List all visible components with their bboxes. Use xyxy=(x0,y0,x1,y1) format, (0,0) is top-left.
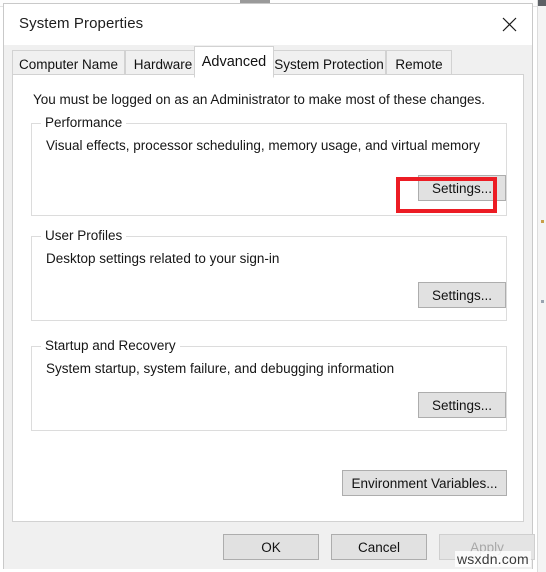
tab-strip: Computer Name Hardware Advanced System P… xyxy=(4,45,532,78)
tab-computer-name-label: Computer Name xyxy=(18,56,119,72)
startup-recovery-settings-label: Settings... xyxy=(431,397,493,413)
user-profiles-settings-button[interactable]: Settings... xyxy=(418,282,506,308)
tab-advanced-label: Advanced xyxy=(201,54,267,70)
environment-variables-label: Environment Variables... xyxy=(351,475,498,491)
window-title: System Properties xyxy=(19,15,144,32)
administrator-notice: You must be logged on as an Administrato… xyxy=(33,92,486,107)
site-watermark: wsxdn.com xyxy=(455,551,531,567)
ok-label: OK xyxy=(261,539,281,555)
title-bar: System Properties xyxy=(4,4,532,45)
screen-root: System Properties Computer Name Hardware… xyxy=(0,0,546,572)
tab-computer-name[interactable]: Computer Name xyxy=(12,50,125,77)
startup-recovery-description: System startup, system failure, and debu… xyxy=(46,361,395,376)
user-profiles-description: Desktop settings related to your sign-in xyxy=(46,251,280,266)
performance-description: Visual effects, processor scheduling, me… xyxy=(46,138,480,153)
ok-button[interactable]: OK xyxy=(223,534,319,560)
strip-corner xyxy=(538,0,546,6)
strip-mark-1 xyxy=(541,220,544,223)
cancel-button[interactable]: Cancel xyxy=(331,534,427,560)
performance-settings-button[interactable]: Settings... xyxy=(418,175,506,201)
tab-advanced[interactable]: Advanced xyxy=(194,46,274,78)
user-profiles-group: User Profiles Desktop settings related t… xyxy=(31,228,507,321)
performance-group-legend: Performance xyxy=(41,115,127,130)
performance-settings-label: Settings... xyxy=(431,180,493,196)
cancel-label: Cancel xyxy=(357,539,401,555)
dialog-footer: OK Cancel Apply xyxy=(4,523,535,569)
advanced-tab-panel: You must be logged on as an Administrato… xyxy=(12,74,524,522)
user-profiles-settings-label: Settings... xyxy=(431,287,493,303)
startup-recovery-group: Startup and Recovery System startup, sys… xyxy=(31,338,507,431)
system-properties-dialog: System Properties Computer Name Hardware… xyxy=(3,3,535,569)
tab-hardware-label: Hardware xyxy=(133,56,193,72)
tab-system-protection[interactable]: System Protection xyxy=(272,50,386,77)
tab-system-protection-label: System Protection xyxy=(274,56,384,72)
tab-hardware[interactable]: Hardware xyxy=(125,50,201,77)
startup-recovery-group-legend: Startup and Recovery xyxy=(41,338,180,353)
strip-mark-2 xyxy=(541,300,544,303)
close-button[interactable] xyxy=(486,4,532,45)
desktop-right-strip xyxy=(537,0,546,572)
tab-remote[interactable]: Remote xyxy=(386,50,452,77)
environment-variables-button[interactable]: Environment Variables... xyxy=(342,470,507,496)
performance-group: Performance Visual effects, processor sc… xyxy=(31,115,507,216)
startup-recovery-settings-button[interactable]: Settings... xyxy=(418,392,506,418)
tab-remote-label: Remote xyxy=(395,56,443,72)
close-icon xyxy=(502,17,516,32)
user-profiles-group-legend: User Profiles xyxy=(41,228,127,243)
